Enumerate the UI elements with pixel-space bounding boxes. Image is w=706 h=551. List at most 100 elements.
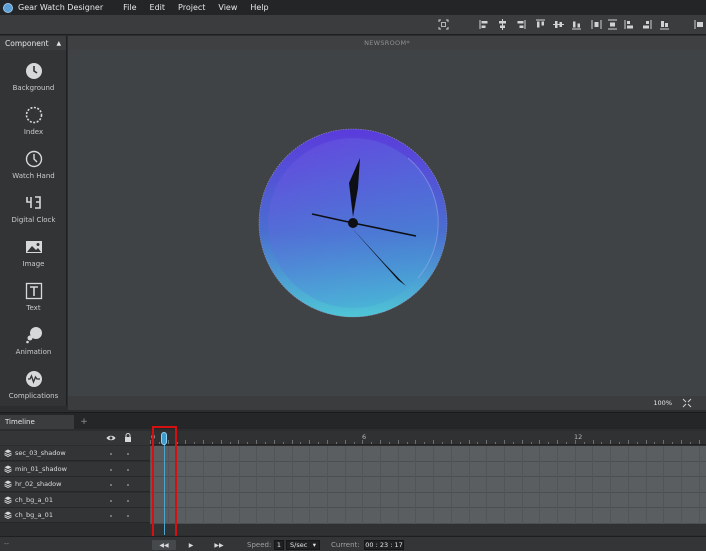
ruler-tick — [460, 442, 461, 444]
component-image[interactable]: Image — [0, 230, 67, 274]
speed-label: Speed: — [247, 541, 272, 549]
layer-visibility-toggle[interactable] — [110, 499, 112, 502]
menu-view[interactable]: View — [218, 3, 237, 12]
more-icon[interactable] — [694, 19, 705, 30]
digital-clock-icon — [25, 194, 43, 212]
menu-help[interactable]: Help — [250, 3, 268, 12]
distribute-h-icon[interactable] — [591, 19, 602, 30]
layer-row[interactable]: ch_bg_a_01 — [0, 492, 150, 508]
component-panel-header[interactable]: Component ▲ — [0, 36, 67, 50]
menu-edit[interactable]: Edit — [150, 3, 166, 12]
fast-forward-button[interactable]: ▶▶ — [212, 540, 226, 550]
speed-input[interactable]: 1 — [274, 540, 284, 550]
component-panel: Background Index Watch Hand Digital Cloc… — [0, 50, 67, 406]
align-middle-v-icon[interactable] — [553, 19, 564, 30]
menu-file[interactable]: File — [123, 3, 136, 12]
ruler-tick — [389, 442, 390, 444]
component-watch-hand[interactable]: Watch Hand — [0, 142, 67, 186]
layers-icon — [4, 480, 12, 488]
layer-lock-toggle[interactable] — [127, 499, 129, 502]
frame-grid-line — [628, 446, 629, 524]
playhead-highlight-box — [152, 426, 177, 549]
visibility-eye-icon[interactable] — [106, 434, 116, 442]
component-index[interactable]: Index — [0, 98, 67, 142]
ruler-tick — [593, 440, 594, 444]
ruler-tick — [407, 442, 408, 444]
distribute-center-icon[interactable] — [659, 19, 670, 30]
component-background[interactable]: Background — [0, 54, 67, 98]
align-bottom-icon[interactable] — [571, 19, 582, 30]
document-tab[interactable]: NEWSROOM* — [68, 36, 706, 50]
align-center-h-icon[interactable] — [497, 19, 508, 30]
play-button[interactable]: ▶ — [185, 540, 197, 550]
layer-row[interactable]: min_01_shadow — [0, 461, 150, 477]
add-tab-button[interactable]: + — [78, 416, 90, 428]
ruler-tick — [433, 440, 434, 444]
ruler-tick — [194, 442, 195, 444]
ruler-tick — [265, 442, 266, 444]
layer-row[interactable]: hr_02_shadow — [0, 477, 150, 492]
ruler-tick — [230, 442, 231, 444]
timeline-tracks[interactable] — [150, 446, 706, 524]
ruler-tick — [522, 440, 523, 444]
ruler-tick — [601, 442, 602, 444]
ruler-tick — [531, 442, 532, 444]
rewind-button[interactable]: ◀◀ — [152, 540, 176, 550]
speed-unit-select[interactable]: S/sec ▾ — [286, 540, 320, 550]
ruler-tick — [221, 440, 222, 444]
hand-pivot — [348, 218, 358, 228]
index-icon — [25, 106, 43, 124]
animation-icon — [25, 326, 43, 344]
current-time-field[interactable]: 00 : 23 : 17 — [364, 540, 404, 550]
layer-list-header — [0, 431, 150, 445]
app-logo-icon — [3, 2, 13, 13]
layer-visibility-toggle[interactable] — [110, 515, 112, 517]
frame-grid-line — [504, 446, 505, 524]
component-text[interactable]: Text — [0, 274, 67, 318]
layer-visibility-toggle[interactable] — [110, 453, 112, 455]
background-icon — [25, 62, 43, 80]
align-top-icon[interactable] — [535, 19, 546, 30]
distribute-left-icon[interactable] — [624, 19, 635, 30]
ruler-tick — [177, 442, 178, 444]
track-separator — [150, 460, 706, 462]
layer-row[interactable]: sec_03_shadow — [0, 446, 150, 461]
layer-list: sec_03_shadow min_01_shadow hr_02_shadow ch… — [0, 446, 150, 526]
watch-face-preview[interactable] — [258, 128, 448, 318]
timeline-ruler[interactable]: 0 6 12 — [150, 431, 706, 445]
layer-lock-toggle[interactable] — [127, 515, 129, 517]
tab-timeline[interactable]: Timeline — [0, 415, 74, 429]
frame-grid-line — [486, 446, 487, 524]
align-right-icon[interactable] — [515, 19, 526, 30]
layer-lock-toggle[interactable] — [127, 453, 129, 455]
menu-project[interactable]: Project — [178, 3, 205, 12]
frame-grid-line — [221, 446, 222, 524]
component-complications[interactable]: Complications — [0, 362, 67, 406]
ruler-tick — [424, 442, 425, 444]
layer-row[interactable]: ch_bg_a_01 — [0, 508, 150, 523]
ruler-tick — [672, 442, 673, 444]
frame-grid-line — [274, 446, 275, 524]
ruler-tick — [451, 440, 452, 444]
layer-lock-toggle[interactable] — [127, 468, 129, 471]
ruler-tick — [256, 440, 257, 444]
distribute-right-icon[interactable] — [641, 19, 652, 30]
dropdown-arrow-icon: ▾ — [312, 541, 316, 549]
ruler-tick — [150, 440, 151, 444]
layer-visibility-toggle[interactable] — [110, 484, 112, 486]
align-left-icon[interactable] — [479, 19, 490, 30]
ruler-tick — [398, 440, 399, 444]
component-animation[interactable]: Animation — [0, 318, 67, 362]
fit-screen-icon[interactable] — [438, 19, 449, 30]
lock-icon[interactable] — [124, 433, 132, 442]
zoom-level[interactable]: 100% — [653, 399, 672, 407]
layers-icon — [4, 496, 12, 504]
layer-lock-toggle[interactable] — [127, 484, 129, 486]
component-digital-clock[interactable]: Digital Clock — [0, 186, 67, 230]
layers-icon — [4, 449, 12, 457]
design-canvas[interactable] — [68, 50, 706, 396]
layer-visibility-toggle[interactable] — [110, 468, 112, 471]
distribute-v-icon[interactable] — [607, 19, 618, 30]
ruler-tick — [699, 440, 700, 444]
fit-to-window-icon[interactable] — [682, 398, 692, 408]
